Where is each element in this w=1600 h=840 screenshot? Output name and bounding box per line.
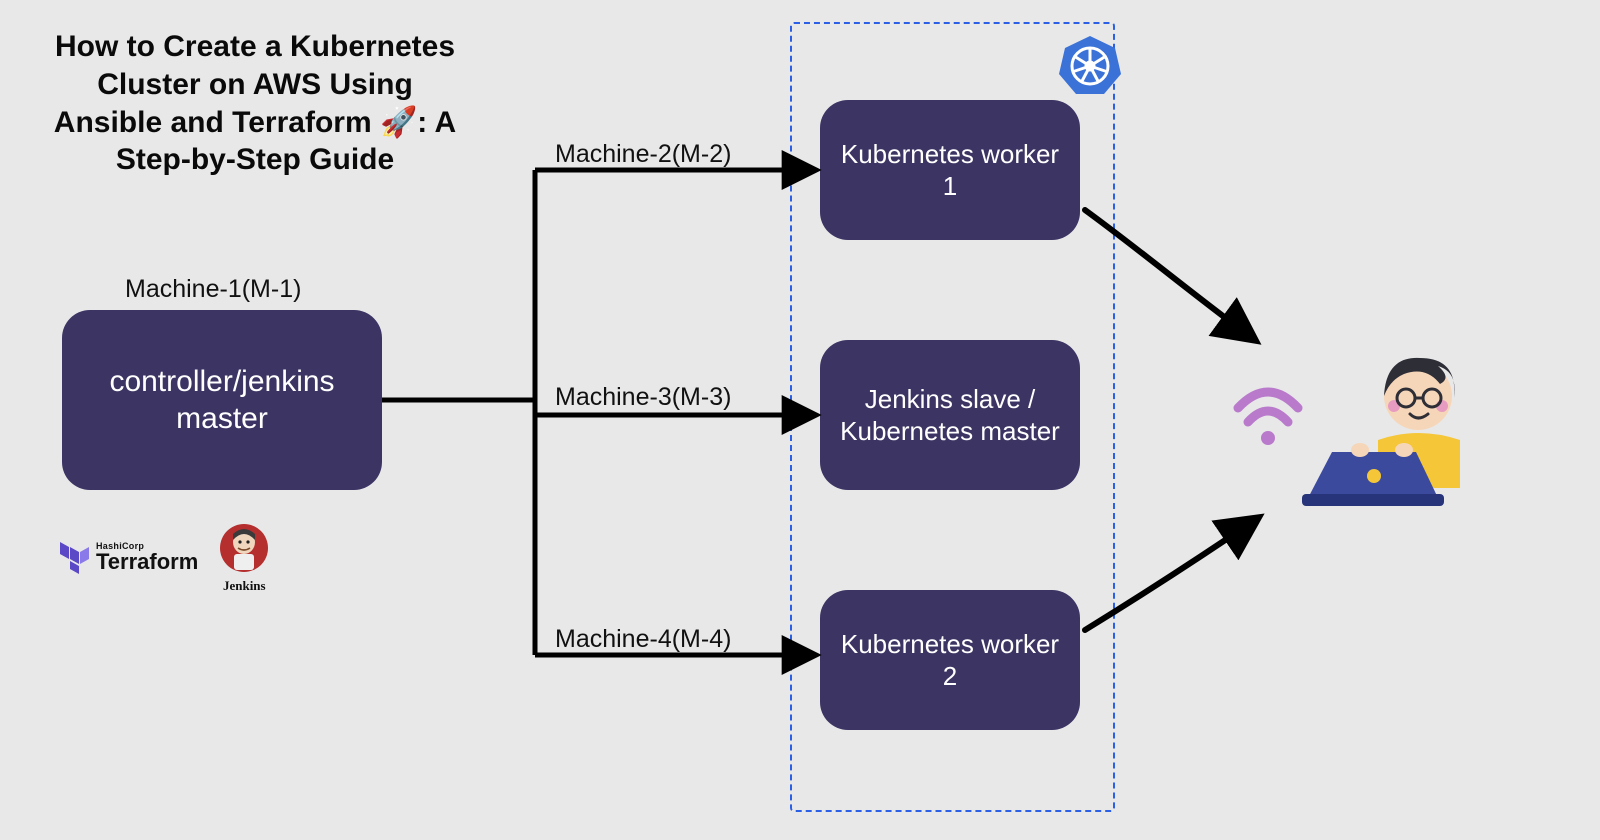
terraform-label: Terraform bbox=[96, 551, 198, 573]
label-machine-2: Machine-2(M-2) bbox=[555, 140, 731, 169]
label-machine-1: Machine-1(M-1) bbox=[125, 275, 301, 304]
jenkins-label: Jenkins bbox=[223, 578, 266, 594]
tool-logos: HashiCorp Terraform Jenkins bbox=[60, 520, 272, 594]
kubernetes-icon bbox=[1058, 34, 1122, 98]
jenkins-logo: Jenkins bbox=[216, 520, 272, 594]
node-controller: controller/jenkins master bbox=[62, 310, 382, 490]
user-with-laptop-icon bbox=[1208, 348, 1508, 528]
label-machine-3: Machine-3(M-3) bbox=[555, 383, 731, 412]
label-machine-4: Machine-4(M-4) bbox=[555, 625, 731, 654]
page-title: How to Create a Kubernetes Cluster on AW… bbox=[40, 28, 470, 179]
wifi-icon bbox=[1238, 392, 1298, 445]
terraform-logo: HashiCorp Terraform bbox=[60, 540, 198, 574]
node-k8s-worker-1: Kubernetes worker 1 bbox=[820, 100, 1080, 240]
node-jenkins-slave-k8s-master: Jenkins slave / Kubernetes master bbox=[820, 340, 1080, 490]
node-k8s-worker-2: Kubernetes worker 2 bbox=[820, 590, 1080, 730]
